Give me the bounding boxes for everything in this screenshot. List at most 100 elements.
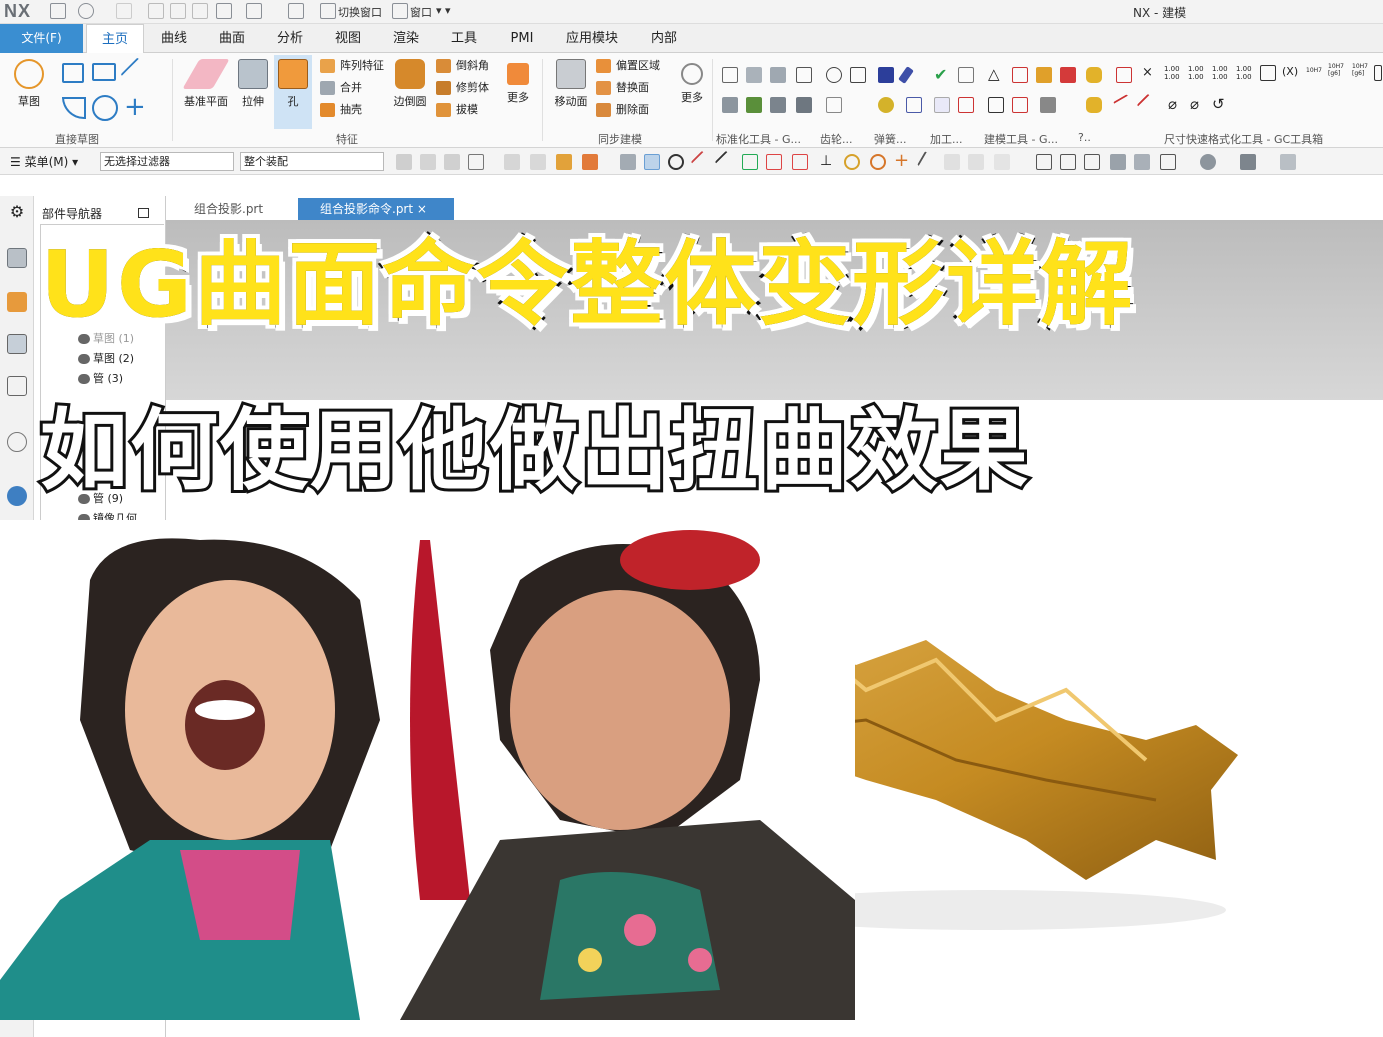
spring-icon[interactable] bbox=[906, 97, 922, 113]
window-icon[interactable] bbox=[392, 3, 408, 19]
constraint-navigator-icon[interactable] bbox=[7, 292, 27, 312]
point-icon[interactable]: + bbox=[124, 94, 146, 120]
line-icon[interactable] bbox=[120, 57, 152, 89]
edge-blend-button[interactable]: 边倒圆 bbox=[390, 59, 430, 109]
build-tool-icon[interactable] bbox=[1086, 67, 1102, 83]
fit-icon[interactable]: 10H7 [g6] bbox=[1328, 63, 1344, 79]
tolerance-icon[interactable]: 1.00 1.00 bbox=[1236, 65, 1252, 81]
gear-group-label[interactable]: 齿轮... bbox=[820, 131, 853, 147]
close-icon[interactable]: × bbox=[1142, 65, 1158, 81]
build-tool-icon[interactable] bbox=[1012, 97, 1028, 113]
tab-tools[interactable]: 工具 bbox=[440, 24, 488, 53]
snap-icon[interactable] bbox=[396, 154, 412, 170]
selection-filter-dropdown[interactable]: 无选择过滤器 bbox=[100, 152, 234, 171]
snap-center-icon[interactable] bbox=[844, 154, 860, 170]
replace-face-button[interactable]: 替换面 bbox=[596, 79, 649, 97]
view-icon[interactable] bbox=[1060, 154, 1076, 170]
snap-icon[interactable] bbox=[556, 154, 572, 170]
extra-group-label[interactable]: ?.. bbox=[1078, 131, 1091, 144]
datum-plane-button[interactable]: 基准平面 bbox=[180, 59, 232, 109]
paren-x-icon[interactable]: (X) bbox=[1282, 65, 1298, 81]
arc-icon[interactable] bbox=[62, 97, 86, 119]
fit-icon[interactable]: 10H7 bbox=[1306, 67, 1322, 83]
window-menu-label[interactable]: 窗口 bbox=[410, 4, 432, 20]
diameter-icon[interactable]: ⌀ bbox=[1168, 95, 1184, 113]
snap-icon[interactable] bbox=[468, 154, 484, 170]
web-browser-icon[interactable] bbox=[7, 486, 27, 506]
fit-icon[interactable] bbox=[1374, 65, 1382, 81]
build-tools-group-label[interactable]: 建模工具 - G... bbox=[984, 131, 1058, 147]
view-icon[interactable] bbox=[1240, 154, 1256, 170]
snap-icon[interactable] bbox=[968, 154, 984, 170]
part-navigator-icon[interactable] bbox=[7, 334, 27, 354]
snap-icon[interactable] bbox=[420, 154, 436, 170]
fit-icon[interactable]: 10H7 [g6] bbox=[1352, 63, 1368, 79]
tab-home[interactable]: 主页 bbox=[86, 24, 144, 53]
snap-icon[interactable] bbox=[444, 154, 460, 170]
view-icon[interactable] bbox=[1110, 154, 1126, 170]
dimension-icon[interactable] bbox=[1116, 67, 1132, 83]
undo-icon[interactable] bbox=[78, 3, 94, 19]
tab-applications[interactable]: 应用模块 bbox=[558, 24, 626, 53]
tolerance-icon[interactable]: 1.00 1.00 bbox=[1188, 65, 1204, 81]
snap-quadrant-icon[interactable] bbox=[870, 154, 886, 170]
build-tool-icon[interactable] bbox=[1086, 97, 1102, 113]
tab-view[interactable]: 视图 bbox=[324, 24, 372, 53]
hole-button[interactable]: 孔 bbox=[274, 55, 312, 129]
rectangle-icon[interactable] bbox=[92, 63, 116, 81]
tool-icon[interactable] bbox=[746, 67, 762, 83]
sketch-button[interactable]: 草图 bbox=[8, 59, 50, 109]
menu-button[interactable]: ☰ 菜单(M) ▾ bbox=[10, 153, 78, 170]
gear-tool-icon[interactable] bbox=[850, 67, 866, 83]
snap-icon[interactable] bbox=[994, 154, 1010, 170]
sync-more-button[interactable]: 更多 bbox=[676, 59, 708, 105]
feature-more-button[interactable]: 更多 bbox=[502, 59, 534, 105]
tab-curve[interactable]: 曲线 bbox=[150, 24, 198, 53]
touch-mode-icon[interactable] bbox=[288, 3, 304, 19]
triangle-icon[interactable]: △ bbox=[988, 67, 1004, 83]
dimension-icon[interactable] bbox=[1113, 94, 1135, 116]
snap-icon[interactable] bbox=[917, 151, 939, 173]
save-icon[interactable] bbox=[50, 3, 66, 19]
snap-icon[interactable] bbox=[742, 154, 758, 170]
file-menu-tab[interactable]: 文件(F) bbox=[0, 24, 83, 53]
snap-intersection-icon[interactable]: + bbox=[894, 152, 910, 170]
shell-button[interactable]: 抽壳 bbox=[320, 101, 362, 119]
spring-icon[interactable] bbox=[898, 66, 914, 84]
offset-region-button[interactable]: 偏置区域 bbox=[596, 57, 660, 75]
chamfer-button[interactable]: 倒斜角 bbox=[436, 57, 489, 75]
selection-scope-dropdown[interactable]: 整个装配 bbox=[240, 152, 384, 171]
paste-icon[interactable] bbox=[192, 3, 208, 19]
delete-face-button[interactable]: 删除面 bbox=[596, 101, 649, 119]
tolerance-icon[interactable]: 1.00 1.00 bbox=[1164, 65, 1180, 81]
view-icon[interactable] bbox=[1084, 154, 1100, 170]
circle-icon[interactable] bbox=[92, 95, 118, 121]
extrude-button[interactable]: 拉伸 bbox=[236, 59, 270, 109]
build-tool-icon[interactable] bbox=[1036, 67, 1052, 83]
tolerance-icon[interactable]: 1.00 1.00 bbox=[1212, 65, 1228, 81]
snap-icon[interactable] bbox=[504, 154, 520, 170]
unite-button[interactable]: 合并 bbox=[320, 79, 362, 97]
box-x-icon[interactable] bbox=[1260, 65, 1276, 81]
snap-icon[interactable] bbox=[766, 154, 782, 170]
machining-icon[interactable] bbox=[958, 67, 974, 83]
check-icon[interactable]: ✔ bbox=[934, 67, 950, 83]
snap-icon[interactable] bbox=[644, 154, 660, 170]
snap-icon[interactable] bbox=[582, 154, 598, 170]
tool-icon[interactable] bbox=[722, 67, 738, 83]
build-tool-icon[interactable] bbox=[1040, 97, 1056, 113]
view-icon[interactable] bbox=[1036, 154, 1052, 170]
trim-body-button[interactable]: 修剪体 bbox=[436, 79, 489, 97]
move-face-button[interactable]: 移动面 bbox=[550, 59, 592, 109]
tool-icon[interactable] bbox=[746, 97, 762, 113]
build-tool-icon[interactable] bbox=[1012, 67, 1028, 83]
gear-tool-icon[interactable] bbox=[826, 97, 842, 113]
pattern-feature-button[interactable]: 阵列特征 bbox=[320, 57, 384, 75]
tool-icon[interactable] bbox=[722, 97, 738, 113]
spring-icon[interactable] bbox=[878, 97, 894, 113]
dimension-icon[interactable] bbox=[1136, 93, 1160, 117]
view-icon[interactable] bbox=[1200, 154, 1216, 170]
snap-end-icon[interactable] bbox=[690, 150, 714, 174]
gear-tool-icon[interactable] bbox=[826, 67, 842, 83]
diameter-icon[interactable]: ⌀ bbox=[1190, 95, 1206, 113]
